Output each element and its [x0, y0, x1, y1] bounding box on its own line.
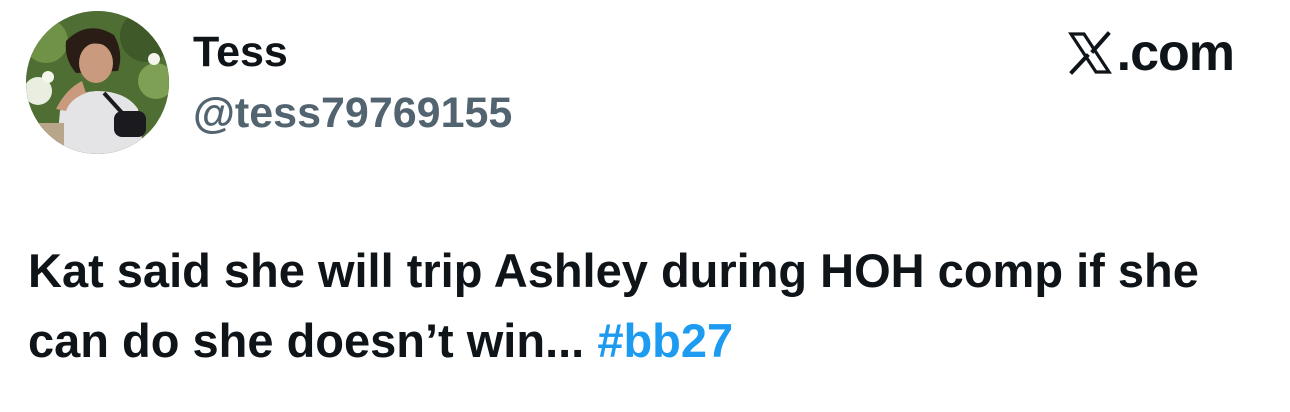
avatar-photo [26, 11, 169, 154]
tweet-text: Kat said she will trip Ashley during HOH… [28, 236, 1268, 376]
avatar[interactable] [26, 11, 169, 154]
site-badge: .com [1067, 24, 1235, 82]
x-logo-icon [1067, 31, 1112, 75]
site-label: .com [1116, 24, 1235, 82]
author-display-name[interactable]: Tess [193, 26, 288, 78]
author-handle[interactable]: @tess79769155 [193, 87, 512, 139]
hashtag-link[interactable]: #bb27 [597, 314, 733, 367]
